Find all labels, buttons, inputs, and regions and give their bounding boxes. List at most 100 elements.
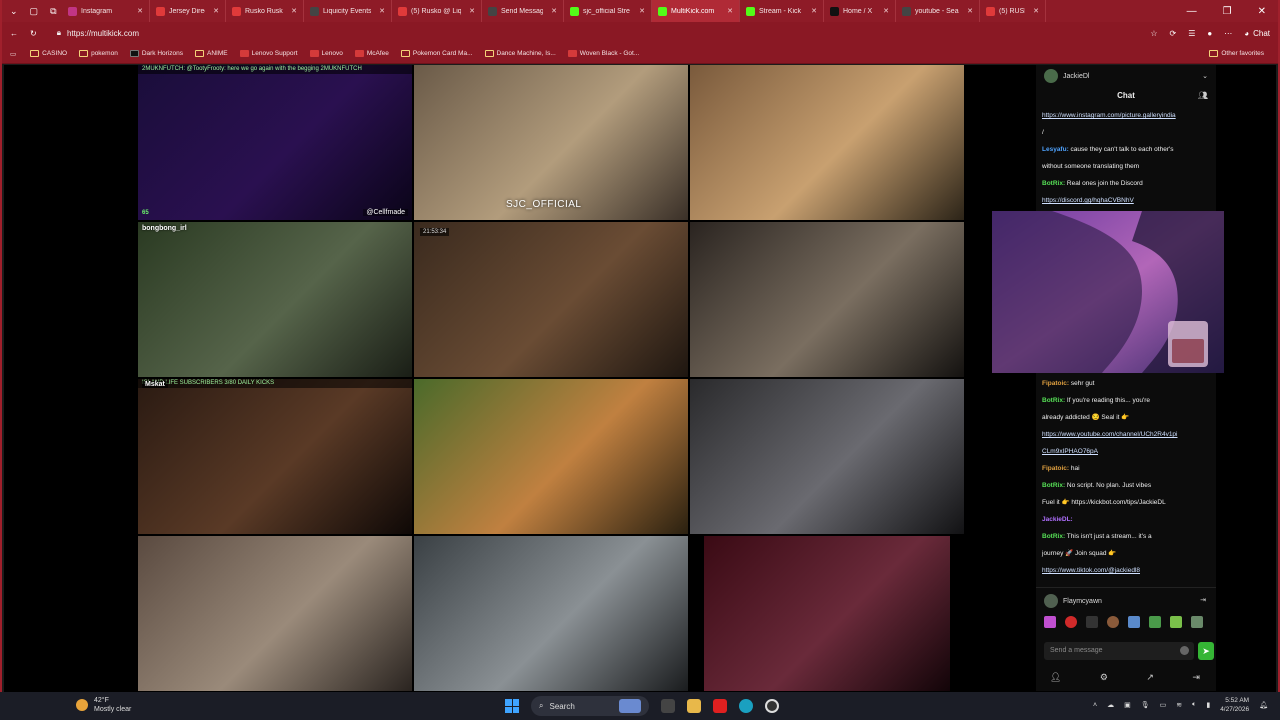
copilot-chat-button[interactable]: ◕ Chat (1244, 29, 1270, 38)
bookmark-item[interactable]: Dark Horizons (124, 50, 189, 57)
emote-icon[interactable] (1149, 616, 1161, 628)
task-view-icon[interactable] (661, 699, 675, 713)
stream-tile[interactable] (690, 379, 964, 534)
url-field[interactable]: 🔒︎ https://multikick.com (49, 25, 1029, 41)
chat-link[interactable]: https://www.tiktok.com/@jackiedl8 (1042, 567, 1140, 574)
chat-link[interactable]: https://discord.gg/hqhaCVBNhV (1042, 197, 1134, 204)
other-favorites[interactable]: Other favorites (1203, 50, 1270, 57)
emote-icon[interactable] (1191, 616, 1203, 628)
bookmark-item[interactable]: pokemon (73, 50, 124, 57)
windows-start-icon[interactable] (505, 699, 519, 713)
stream-tile[interactable] (690, 65, 964, 220)
tab-close-icon[interactable]: ✕ (963, 7, 973, 15)
chat-username[interactable]: BotRix: (1042, 482, 1065, 489)
tab-close-icon[interactable]: ✕ (635, 7, 645, 15)
tab-11[interactable]: youtube - Search ✕ (896, 0, 980, 22)
tab-4[interactable]: Liquicity Events Ru✕ (304, 0, 392, 22)
stream-tile[interactable]: 21:53:34 (414, 222, 688, 377)
wifi-icon[interactable]: ≋ (1176, 701, 1182, 709)
tab-close-icon[interactable]: ✕ (879, 7, 889, 15)
emote-icon[interactable] (1107, 616, 1119, 628)
youtube-icon[interactable] (713, 699, 727, 713)
chat-username[interactable]: Fipatoic: (1042, 380, 1069, 387)
back-icon[interactable]: ← (10, 29, 18, 38)
tab-list-icon[interactable]: ⌄ (10, 6, 18, 17)
bookmark-item[interactable]: Woven Black - Got... (562, 50, 645, 57)
tab-close-icon[interactable]: ✕ (375, 7, 385, 15)
more-menu-icon[interactable]: ⋯ (1224, 29, 1232, 38)
tab-6[interactable]: Send Message | Fri ✕ (482, 0, 564, 22)
bookmark-item[interactable]: Dance Machine, Is... (479, 50, 562, 57)
exit-icon[interactable]: ⇥ (1192, 672, 1200, 683)
battery-icon[interactable]: ▮ (1206, 701, 1210, 709)
emote-icon[interactable] (1086, 616, 1098, 628)
file-explorer-icon[interactable] (687, 699, 701, 713)
tab-close-icon[interactable]: ✕ (723, 7, 733, 15)
chevron-up-icon[interactable]: ˄ (1093, 702, 1097, 709)
tab-10[interactable]: Home / X ✕ (824, 0, 896, 22)
bookmark-item[interactable]: McAfee (349, 50, 395, 57)
chat-username[interactable]: BotRix: (1042, 533, 1065, 540)
tab-12[interactable]: (5) RUSKO - Essen ✕ (980, 0, 1046, 22)
stream-tile[interactable]: ISLAND LIFE SUBSCRIBERS 3/80 DAILY KICKS… (138, 379, 412, 534)
chat-username[interactable]: JackieDL: (1042, 516, 1073, 523)
close-window-icon[interactable]: ✕ (1258, 6, 1266, 17)
tab-1[interactable]: Instagram ✕ (62, 0, 150, 22)
chat-link[interactable]: CLm9xIPHAO76pA (1042, 448, 1098, 455)
stream-tile[interactable]: 2MUKNFUTCH: @TootyFrooty: here we go aga… (138, 65, 412, 220)
stream-tile[interactable] (690, 222, 964, 377)
tab-actions-icon[interactable]: ⧉ (50, 6, 56, 17)
chat-account[interactable]: JackieDl ⌄ (1044, 68, 1208, 84)
tab-close-icon[interactable]: ✕ (547, 7, 557, 15)
emote-icon[interactable] (1170, 616, 1182, 628)
settings-app-icon[interactable] (765, 699, 779, 713)
stream-tile[interactable] (704, 536, 950, 691)
chat-username[interactable]: BotRix: (1042, 180, 1065, 187)
bookmark-item[interactable]: Pokemon Card Ma... (395, 50, 479, 57)
bookmark-item[interactable]: Lenovo Support (234, 50, 304, 57)
picture-in-picture[interactable] (992, 211, 1224, 373)
tab-5[interactable]: (5) Rusko @ Liquic✕ (392, 0, 482, 22)
workspace-icon[interactable]: ▢ (30, 6, 39, 17)
chevron-down-icon[interactable]: ⌄ (1202, 72, 1208, 80)
tab-close-icon[interactable]: ✕ (287, 7, 297, 15)
users-icon[interactable]: 👥︎ (1198, 91, 1208, 100)
tab-close-icon[interactable]: ✕ (1029, 7, 1039, 15)
stream-tile[interactable] (138, 536, 412, 691)
tab-2[interactable]: Jersey Direct s ✕ (150, 0, 226, 22)
edge-icon[interactable] (739, 699, 753, 713)
tab-close-icon[interactable]: ✕ (807, 7, 817, 15)
chat-username[interactable]: Fipatoic: (1042, 465, 1069, 472)
tab-close-icon[interactable]: ✕ (209, 7, 219, 15)
stream-tile[interactable] (414, 536, 688, 691)
taskbar-search[interactable]: ⌕ Search (531, 696, 649, 716)
emoji-icon[interactable] (1180, 646, 1189, 655)
chat-username[interactable]: Lesyafu: (1042, 146, 1069, 153)
chat-username[interactable]: BotRix: (1042, 397, 1065, 404)
emote-icon[interactable] (1065, 616, 1077, 628)
emote-icon[interactable] (1128, 616, 1140, 628)
bookmark-item[interactable]: ANIME (189, 50, 234, 57)
clock[interactable]: 5:52 AM 4/27/2026 (1220, 696, 1249, 714)
tab-8[interactable]: MultiKick.com ✕ (652, 0, 740, 22)
bookmark-item[interactable]: CASINO (24, 50, 73, 57)
display-icon[interactable]: ▭ (1160, 701, 1167, 709)
weather-widget[interactable]: 42°F Mostly clear (76, 696, 131, 714)
emote-icon[interactable] (1044, 616, 1056, 628)
favorites-icon[interactable]: ☰ (1188, 29, 1195, 38)
chat-message-input[interactable]: Send a message (1044, 642, 1194, 660)
tab-3[interactable]: Rusko Rusko Ru ✕ (226, 0, 304, 22)
tab-close-icon[interactable]: ✕ (465, 7, 475, 15)
stream-tile[interactable]: SJC_OFFICIAL (414, 65, 688, 220)
app-tray-icon[interactable]: ▣ (1124, 701, 1131, 709)
favorite-star-icon[interactable]: ☆ (1150, 29, 1157, 38)
tab-7[interactable]: sjc_official Stre ✕ (564, 0, 652, 22)
chat-link[interactable]: https://www.youtube.com/channel/UCh2R4v1… (1042, 431, 1178, 438)
volume-icon[interactable]: 🔈︎ (1192, 701, 1196, 709)
popout-icon[interactable]: ⇥ (1200, 596, 1206, 604)
share-icon[interactable]: ↗ (1146, 672, 1154, 683)
tab-close-icon[interactable]: ✕ (133, 7, 143, 15)
cloud-icon[interactable]: ☁ (1107, 701, 1114, 709)
gear-icon[interactable]: ⚙ (1100, 672, 1108, 683)
send-button[interactable]: ➤ (1198, 642, 1214, 660)
